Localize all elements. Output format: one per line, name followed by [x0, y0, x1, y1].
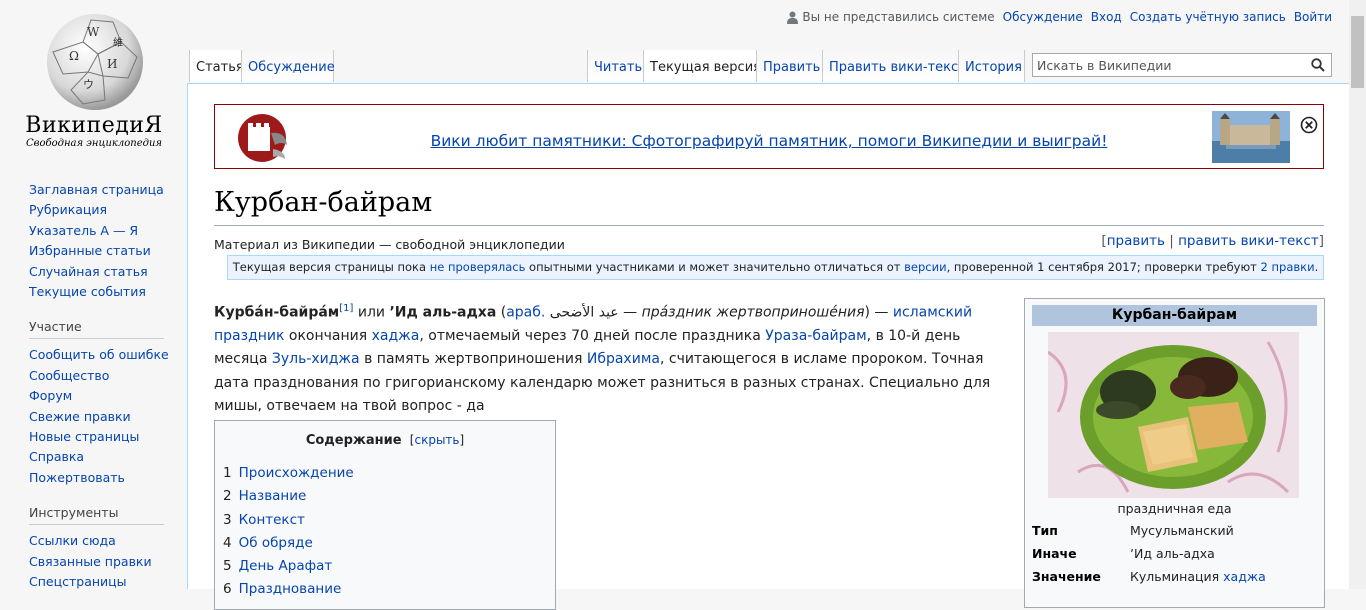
search-icon[interactable]: [1311, 58, 1325, 72]
sidebar-nav: Заглавная страница Рубрикация Указатель …: [0, 180, 175, 302]
arabic-name: عيد الأضحى: [549, 304, 619, 321]
lead-paragraph: Курба́н-байра́м[1] или ʼИд аль-адха (ара…: [214, 303, 991, 414]
logout-link[interactable]: Войти: [1294, 10, 1332, 24]
sidebar-item-forum[interactable]: Форум: [29, 386, 175, 406]
logo-wordmark: ВикипедиЯ: [25, 113, 163, 138]
sidebar-item-special-pages[interactable]: Спецстраницы: [29, 572, 175, 592]
infobox-label: Значение: [1032, 569, 1101, 584]
toc-hide-toggle[interactable]: [скрыть]: [410, 433, 464, 447]
infobox-value-link[interactable]: Мусульманский: [1130, 523, 1234, 538]
hajj-link[interactable]: хаджа: [372, 328, 420, 344]
tab-current-version[interactable]: Текущая версия: [643, 50, 761, 82]
create-account-link[interactable]: Создать учётную запись: [1130, 10, 1286, 24]
eid-al-fitr-link[interactable]: Ураза-байрам: [765, 328, 866, 344]
sidebar-item-report-error[interactable]: Сообщить об ошибке: [29, 345, 175, 365]
sidebar-item-help[interactable]: Справка: [29, 447, 175, 467]
sidebar: Заглавная страница Рубрикация Указатель …: [0, 180, 175, 593]
svg-text:W: W: [87, 25, 100, 39]
toc-item[interactable]: 3 Контекст: [223, 509, 555, 532]
infobox-label: Тип: [1032, 523, 1058, 538]
tools-heading: Инструменты: [29, 505, 164, 526]
edit-source-link[interactable]: править вики-текст: [1178, 233, 1319, 249]
tab-talk[interactable]: Обсуждение: [241, 50, 335, 82]
svg-text:Ω: Ω: [69, 49, 79, 63]
ibrahim-link[interactable]: Ибрахима: [587, 351, 660, 367]
toc-item[interactable]: 1 Происхождение: [223, 462, 555, 485]
close-icon[interactable]: [1300, 116, 1318, 134]
personal-login-link[interactable]: Вход: [1091, 10, 1122, 24]
personal-talk-link[interactable]: Обсуждение: [1003, 10, 1083, 24]
wikipedia-logo[interactable]: W Ω И ウ 維 ВикипедиЯ Свободная энциклопед…: [0, 0, 176, 160]
site-subtitle: Материал из Википедии — свободной энцикл…: [214, 237, 565, 252]
table-of-contents: Содержание [скрыть] 1 Происхождение 2 Назв…: [214, 420, 556, 610]
scrollbar-thumb[interactable]: [1351, 16, 1364, 88]
sidebar-item-index[interactable]: Указатель А — Я: [29, 221, 175, 241]
anon-indicator: Вы не представились системе: [787, 10, 995, 24]
sidebar-item-new-pages[interactable]: Новые страницы: [29, 427, 175, 447]
site-notice-banner: Вики любит памятники: Сфотографируй памя…: [214, 104, 1324, 169]
svg-text:維: 維: [113, 36, 123, 49]
toc-title: Содержание: [305, 433, 402, 448]
section-edit-links: [править | править вики-текст]: [1101, 233, 1324, 249]
banner-link[interactable]: Вики любит памятники: Сфотографируй памя…: [431, 132, 1108, 150]
anon-text: Вы не представились системе: [802, 10, 995, 24]
toc-header: Содержание [скрыть]: [215, 433, 555, 448]
reference-1[interactable]: [1]: [339, 303, 353, 314]
sidebar-item-related-changes[interactable]: Связанные правки: [29, 552, 175, 572]
search-input[interactable]: [1033, 54, 1311, 76]
sidebar-item-what-links-here[interactable]: Ссылки сюда: [29, 531, 175, 551]
personal-tools: Вы не представились системе Обсуждение В…: [787, 10, 1332, 24]
wikipedia-globe-icon: W Ω И ウ 維: [47, 14, 143, 110]
toc-item[interactable]: 2 Название: [223, 485, 555, 508]
hajj-infobox-link[interactable]: хаджа: [1223, 569, 1266, 584]
toc-item[interactable]: 4 Об обряде: [223, 532, 555, 555]
svg-text:И: И: [107, 57, 117, 71]
holiday-food-photo[interactable]: [1048, 332, 1299, 498]
infobox-value: Кульминация хаджа: [1130, 569, 1266, 584]
castle-photo-thumbnail[interactable]: [1212, 111, 1290, 163]
title-divider: [214, 225, 1324, 226]
infobox: Курбан-байрам праздничная еда Тип Мусуль…: [1024, 298, 1325, 608]
participation-heading: Участие: [29, 319, 164, 340]
edit-link[interactable]: править: [1107, 233, 1165, 249]
arabic-lang-link[interactable]: араб.: [506, 305, 545, 321]
sidebar-item-categories[interactable]: Рубрикация: [29, 200, 175, 220]
infobox-value: ʼИд аль-адха: [1130, 546, 1215, 561]
infobox-label: Иначе: [1032, 546, 1077, 561]
content-area: Вики любит памятники: Сфотографируй памя…: [187, 83, 1366, 610]
page-scrollbar[interactable]: [1349, 0, 1366, 589]
sidebar-item-main-page[interactable]: Заглавная страница: [29, 180, 175, 200]
user-icon: [787, 11, 799, 24]
dhu-al-hijjah-link[interactable]: Зуль-хиджа: [272, 351, 360, 367]
pending-changes-link[interactable]: 2 правки: [1261, 260, 1315, 274]
sidebar-tools: Ссылки сюда Связанные правки Спецстраниц…: [0, 531, 175, 592]
tab-article[interactable]: Статья: [189, 50, 244, 82]
tab-edit[interactable]: Править: [756, 50, 822, 82]
svg-text:ウ: ウ: [83, 78, 94, 91]
infobox-caption: праздничная еда: [1117, 501, 1232, 516]
search-box[interactable]: [1032, 53, 1332, 77]
sidebar-item-random[interactable]: Случайная статья: [29, 262, 175, 282]
infobox-title: Курбан-байрам: [1032, 305, 1317, 326]
tab-read[interactable]: Читать: [587, 50, 643, 82]
sidebar-item-featured[interactable]: Избранные статьи: [29, 241, 175, 261]
tab-history[interactable]: История: [958, 50, 1025, 82]
flagged-revisions-notice: Текущая версия страницы пока не проверял…: [227, 255, 1324, 280]
sidebar-item-current-events[interactable]: Текущие события: [29, 282, 175, 302]
sidebar-item-donate[interactable]: Пожертвовать: [29, 468, 175, 488]
toc-item[interactable]: 5 День Арафат: [223, 555, 555, 578]
toc-item[interactable]: 6 Празднование: [223, 578, 555, 601]
stable-version-link[interactable]: версии: [904, 260, 946, 274]
sidebar-participation: Сообщить об ошибке Сообщество Форум Свеж…: [0, 345, 175, 488]
page-title: Курбан-байрам: [214, 187, 433, 218]
toc-list: 1 Происхождение 2 Название 3 Контекст 4 Об о…: [215, 462, 555, 602]
sidebar-item-community[interactable]: Сообщество: [29, 366, 175, 386]
logo-tagline: Свободная энциклопедия: [25, 138, 163, 149]
tab-edit-source[interactable]: Править вики-текст: [822, 50, 966, 82]
not-reviewed-link[interactable]: не проверялась: [430, 260, 526, 274]
sidebar-item-recent-changes[interactable]: Свежие правки: [29, 407, 175, 427]
